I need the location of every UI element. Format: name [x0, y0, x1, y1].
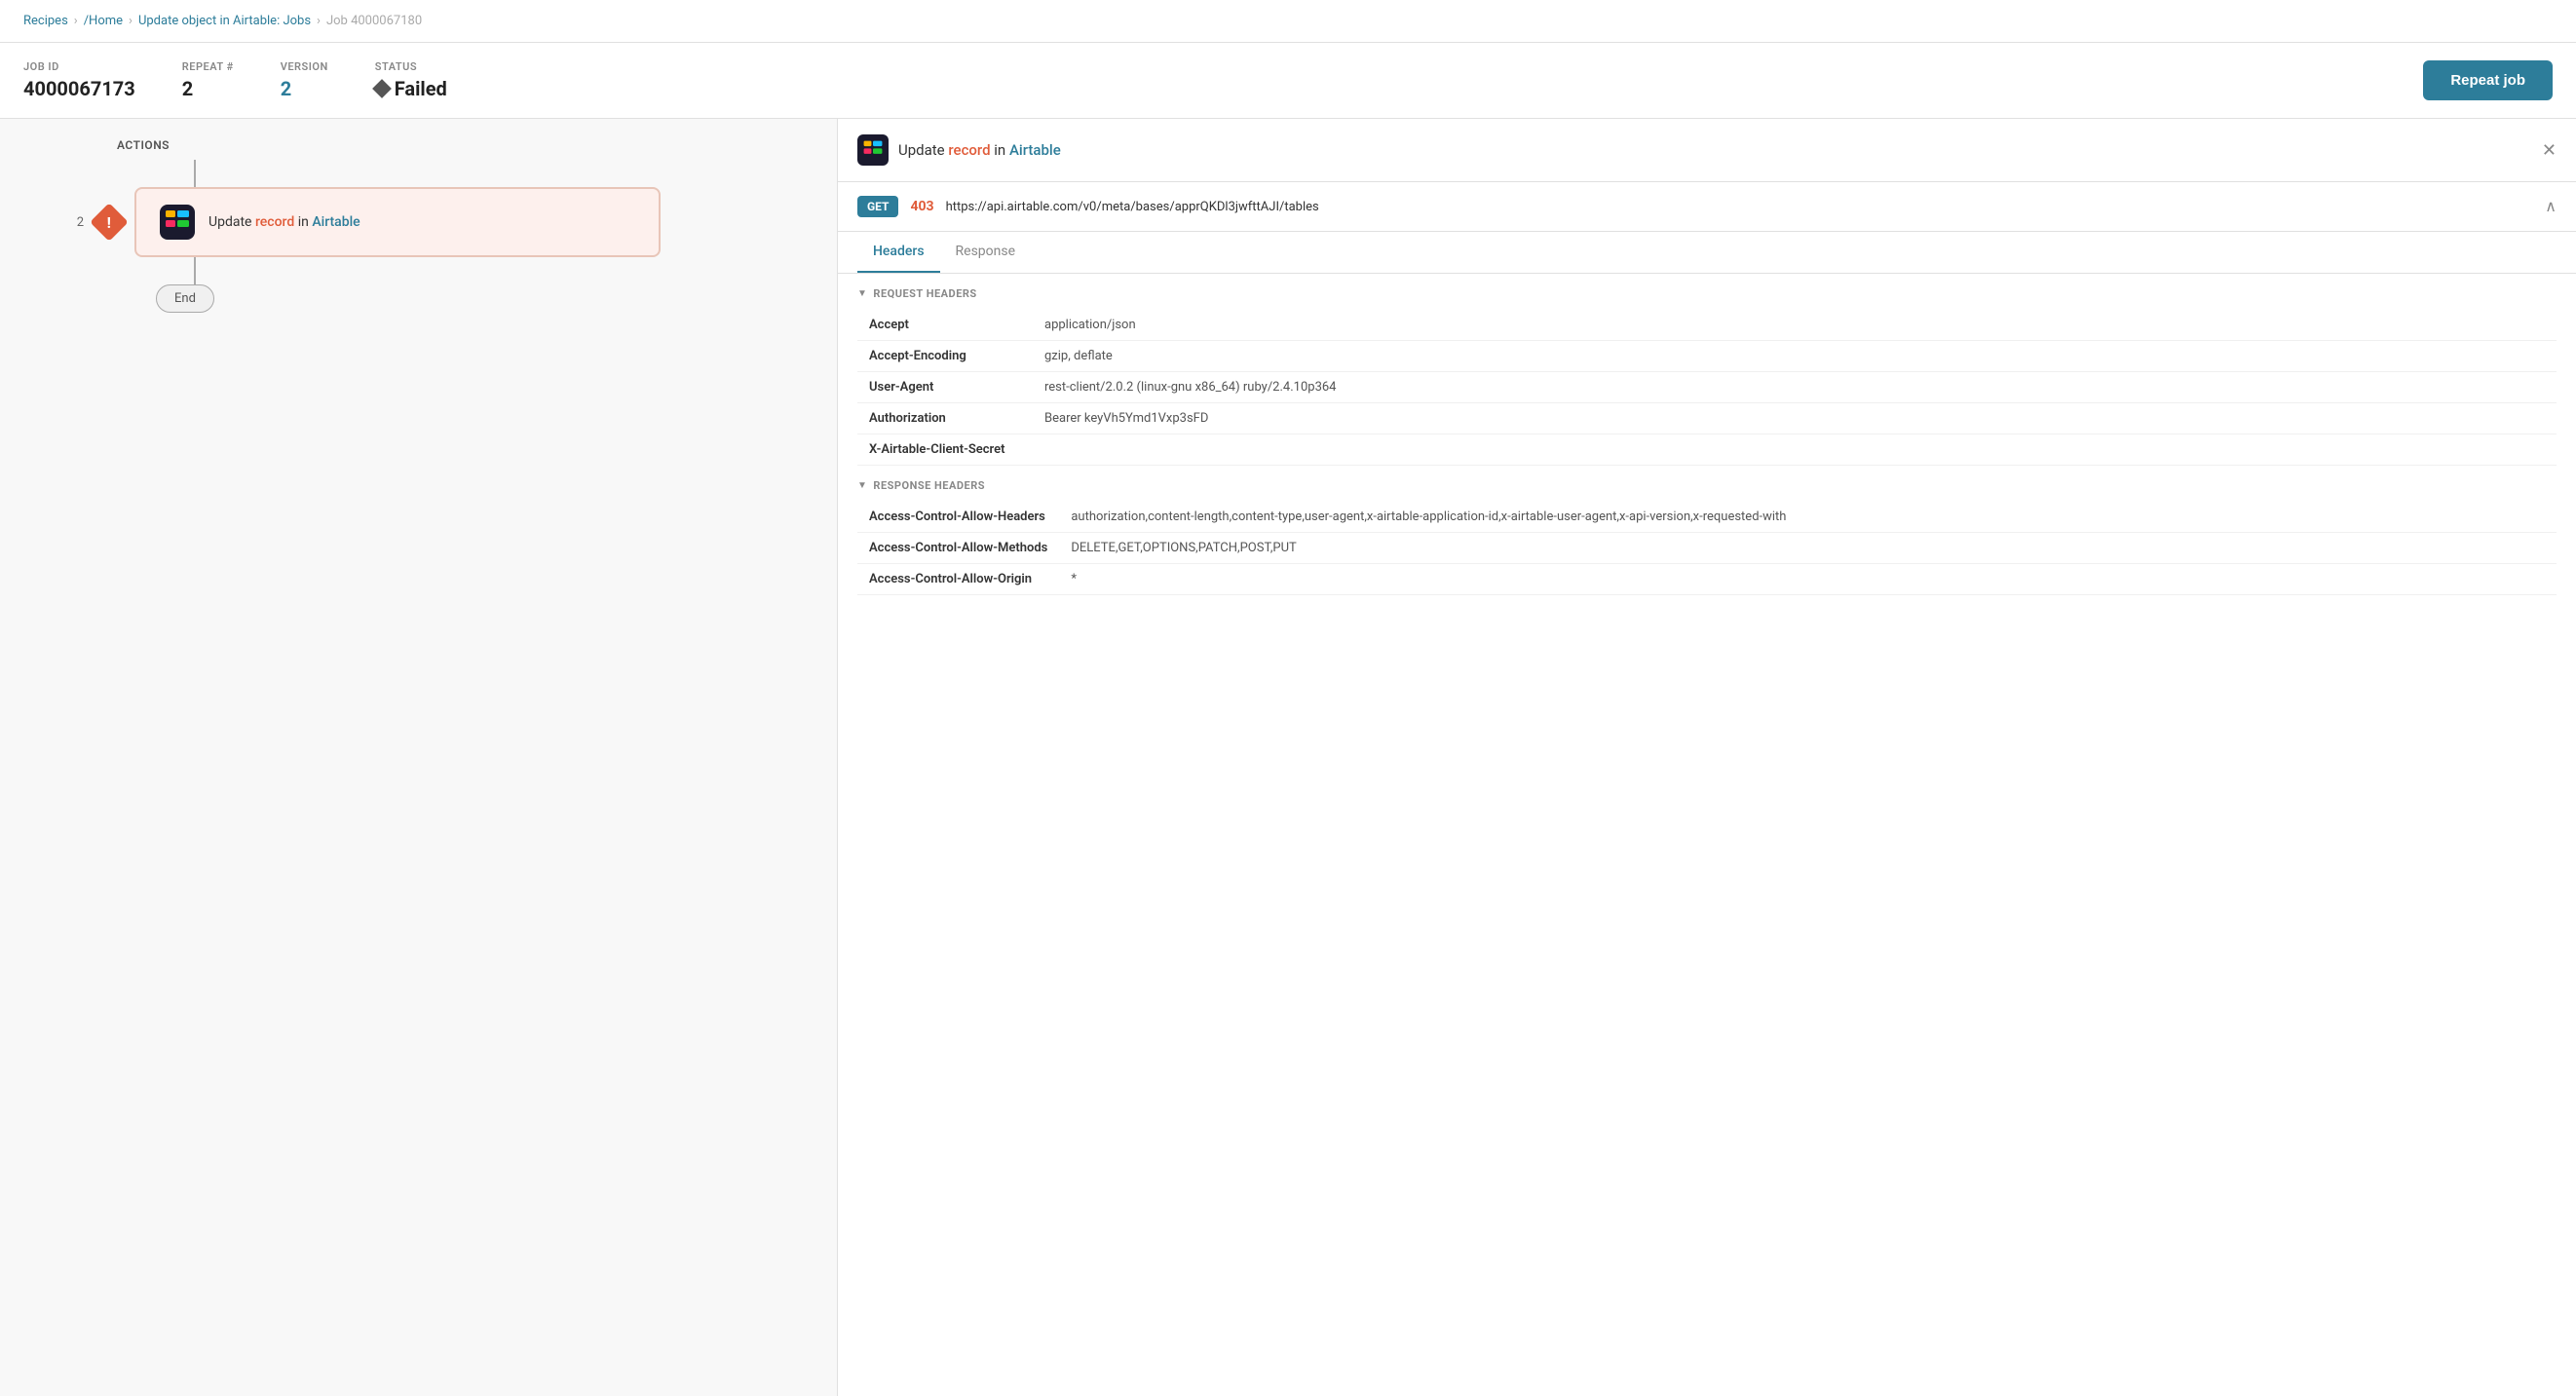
panel-header: Update record in Airtable ✕ [838, 119, 2576, 182]
job-id-label: JOB ID [23, 60, 135, 73]
repeat-item: REPEAT # 2 [182, 60, 234, 100]
job-id-value: 4000067173 [23, 77, 135, 100]
breadcrumb-sep-2: › [129, 14, 133, 28]
header-value: * [1059, 564, 2557, 595]
action-icon [160, 205, 195, 240]
status-text: Failed [395, 77, 447, 100]
panel-record: record [948, 141, 990, 159]
request-header-row: X-Airtable-Client-Secret [857, 434, 2557, 466]
version-value: 2 [281, 77, 328, 100]
http-bar: GET 403 https://api.airtable.com/v0/meta… [838, 182, 2576, 232]
error-icon [90, 203, 129, 242]
header-key: Access-Control-Allow-Methods [857, 533, 1059, 564]
repeat-job-button[interactable]: Repeat job [2423, 60, 2553, 100]
breadcrumb-recipe-name[interactable]: Update object in Airtable: Jobs [138, 14, 311, 28]
header-value: rest-client/2.0.2 (linux-gnu x86_64) rub… [1033, 372, 2557, 403]
header-key: Authorization [857, 403, 1033, 434]
response-header-row: Access-Control-Allow-MethodsDELETE,GET,O… [857, 533, 2557, 564]
right-panel: Update record in Airtable ✕ GET 403 http… [838, 119, 2576, 1396]
flow-connector-bottom [194, 257, 196, 284]
response-headers-label: RESPONSE HEADERS [873, 479, 985, 492]
request-header-row: Accept-Encodinggzip, deflate [857, 341, 2557, 372]
flow-row: 2 Update record [39, 187, 798, 257]
header-key: User-Agent [857, 372, 1033, 403]
header-key: X-Airtable-Client-Secret [857, 434, 1033, 466]
end-node: End [156, 284, 214, 313]
header-value [1033, 434, 2557, 466]
request-headers-label: REQUEST HEADERS [873, 287, 976, 300]
header-key: Access-Control-Allow-Headers [857, 502, 1059, 533]
status-label: STATUS [375, 60, 447, 73]
breadcrumb-home[interactable]: /Home [84, 14, 123, 28]
request-header-row: AuthorizationBearer keyVh5Ymd1Vxp3sFD [857, 403, 2557, 434]
actions-label: ACTIONS [117, 138, 798, 152]
expand-button[interactable]: ∧ [2545, 197, 2557, 216]
breadcrumb-sep-1: › [74, 14, 78, 28]
tab-headers[interactable]: Headers [857, 232, 940, 273]
flow-panel: ACTIONS 2 Update [0, 119, 838, 1396]
step-number: 2 [53, 215, 84, 230]
header-value: DELETE,GET,OPTIONS,PATCH,POST,PUT [1059, 533, 2557, 564]
main-layout: ACTIONS 2 Update [0, 119, 2576, 1396]
header-key: Accept [857, 310, 1033, 341]
breadcrumb: Recipes › /Home › Update object in Airta… [0, 0, 2576, 43]
action-record-word: record [255, 214, 294, 230]
chevron-response-icon: ▼ [857, 480, 867, 491]
action-in-word: in [298, 214, 309, 230]
response-headers-title[interactable]: ▼ RESPONSE HEADERS [857, 466, 2557, 502]
tabs: Headers Response [838, 232, 2576, 274]
method-badge: GET [857, 196, 898, 217]
response-header-row: Access-Control-Allow-Headersauthorizatio… [857, 502, 2557, 533]
repeat-label: REPEAT # [182, 60, 234, 73]
panel-title: Update record in Airtable [857, 134, 1061, 166]
close-button[interactable]: ✕ [2542, 141, 2557, 159]
header-value: authorization,content-length,content-typ… [1059, 502, 2557, 533]
response-headers-table: Access-Control-Allow-Headersauthorizatio… [857, 502, 2557, 595]
action-brand-word: Airtable [312, 214, 360, 230]
panel-brand: Airtable [1009, 141, 1061, 159]
chevron-icon: ▼ [857, 288, 867, 299]
url-text: https://api.airtable.com/v0/meta/bases/a… [946, 200, 2534, 214]
header-value: application/json [1033, 310, 2557, 341]
breadcrumb-recipes[interactable]: Recipes [23, 14, 68, 28]
action-text: Update record in Airtable [208, 214, 360, 230]
job-id-item: JOB ID 4000067173 [23, 60, 135, 100]
response-headers-section: ▼ RESPONSE HEADERS Access-Control-Allow-… [838, 466, 2576, 595]
request-headers-table: Acceptapplication/jsonAccept-Encodinggzi… [857, 310, 2557, 466]
action-update-word: Update [208, 214, 251, 230]
panel-in: in [994, 141, 1005, 159]
request-header-row: User-Agentrest-client/2.0.2 (linux-gnu x… [857, 372, 2557, 403]
request-headers-section: ▼ REQUEST HEADERS Acceptapplication/json… [838, 274, 2576, 466]
version-item: VERSION 2 [281, 60, 328, 100]
job-meta: JOB ID 4000067173 REPEAT # 2 VERSION 2 S… [23, 60, 2423, 100]
status-diamond-icon [372, 79, 392, 98]
version-label: VERSION [281, 60, 328, 73]
airtable-logo-svg [164, 208, 191, 236]
panel-airtable-logo [862, 139, 884, 161]
panel-title-text: Update record in Airtable [898, 141, 1061, 159]
status-value: Failed [375, 77, 447, 100]
request-header-row: Acceptapplication/json [857, 310, 2557, 341]
header-key: Accept-Encoding [857, 341, 1033, 372]
breadcrumb-current: Job 4000067180 [326, 14, 422, 28]
header-key: Access-Control-Allow-Origin [857, 564, 1059, 595]
status-item: STATUS Failed [375, 60, 447, 100]
panel-title-icon [857, 134, 889, 166]
breadcrumb-sep-3: › [317, 14, 321, 28]
header-value: gzip, deflate [1033, 341, 2557, 372]
header-value: Bearer keyVh5Ymd1Vxp3sFD [1033, 403, 2557, 434]
request-headers-title[interactable]: ▼ REQUEST HEADERS [857, 274, 2557, 310]
status-code: 403 [910, 199, 933, 214]
job-header: JOB ID 4000067173 REPEAT # 2 VERSION 2 S… [0, 43, 2576, 119]
response-header-row: Access-Control-Allow-Origin* [857, 564, 2557, 595]
panel-update: Update [898, 141, 945, 159]
flow-connector-top [194, 160, 196, 187]
tab-response[interactable]: Response [940, 232, 1032, 273]
action-card[interactable]: Update record in Airtable [134, 187, 661, 257]
repeat-value: 2 [182, 77, 234, 100]
